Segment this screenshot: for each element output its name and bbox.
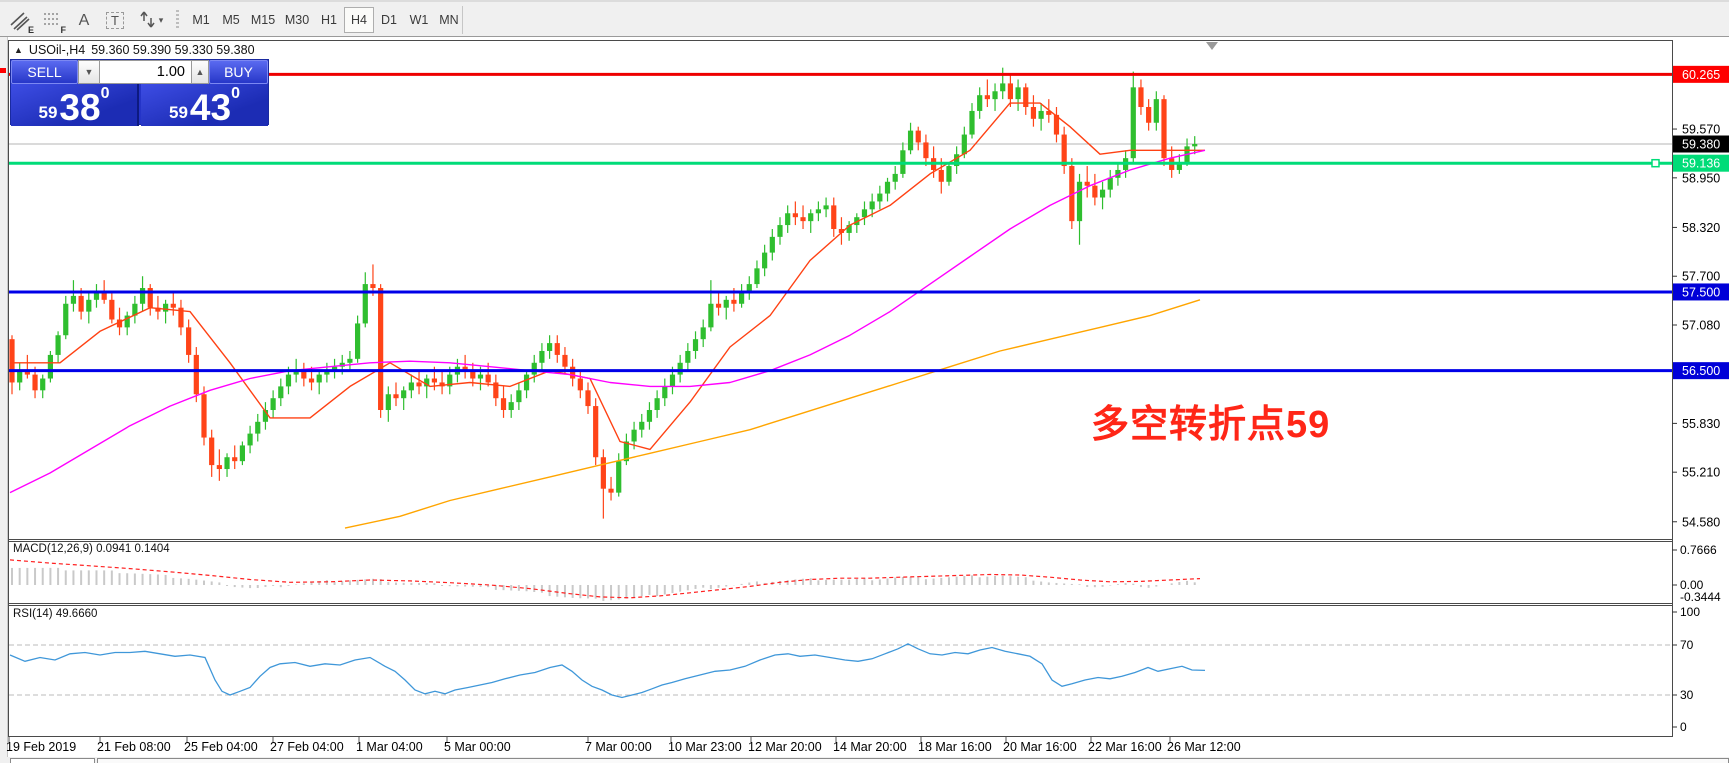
svg-text:21 Feb 08:00: 21 Feb 08:00 — [97, 740, 171, 754]
svg-text:10 Mar 23:00: 10 Mar 23:00 — [668, 740, 742, 754]
volume-decrease-button[interactable]: ▼ — [78, 60, 100, 84]
date-axis[interactable]: 19 Feb 2019 21 Feb 08:00 25 Feb 04:00 27 Fe… — [6, 737, 1241, 754]
svg-text:59.136: 59.136 — [1682, 157, 1720, 171]
svg-text:1 Mar 04:00: 1 Mar 04:00 — [356, 740, 423, 754]
sell-price-small: 59 — [39, 104, 58, 121]
indicator-scales: 0.76660.00-0.344410070300 — [1672, 543, 1721, 734]
sell-price-big: 38 — [59, 93, 100, 123]
trading-platform-window: E F A T ▾ M1M5M1 — [0, 0, 1729, 763]
svg-text:0.7666: 0.7666 — [1680, 543, 1717, 557]
buy-price-small: 59 — [169, 104, 188, 121]
svg-text:12 Mar 20:00: 12 Mar 20:00 — [748, 740, 822, 754]
svg-text:0: 0 — [1680, 720, 1687, 734]
sell-price-display[interactable]: 59 38 0 — [11, 84, 139, 126]
svg-text:57.500: 57.500 — [1682, 285, 1720, 299]
volume-increase-button[interactable]: ▲ — [191, 60, 209, 84]
chart-shift-marker — [1206, 42, 1218, 50]
moving-averages-layer — [10, 103, 1205, 528]
price-axis[interactable]: 59.570 58.950 58.320 57.700 57.080 55.830 55.2… — [1672, 66, 1729, 529]
svg-text:57.080: 57.080 — [1682, 319, 1720, 333]
svg-text:18 Mar 16:00: 18 Mar 16:00 — [918, 740, 992, 754]
volume-input[interactable] — [100, 60, 191, 84]
svg-text:14 Mar 20:00: 14 Mar 20:00 — [833, 740, 907, 754]
svg-text:59.570: 59.570 — [1682, 123, 1720, 137]
buy-price-display[interactable]: 59 43 0 — [141, 84, 268, 126]
rsi-layer — [9, 644, 1672, 698]
svg-text:5 Mar 00:00: 5 Mar 00:00 — [444, 740, 511, 754]
svg-text:27 Feb 04:00: 27 Feb 04:00 — [270, 740, 344, 754]
svg-text:26 Mar 12:00: 26 Mar 12:00 — [1167, 740, 1241, 754]
macd-layer — [10, 560, 1200, 601]
svg-text:57.700: 57.700 — [1682, 270, 1720, 284]
annotation-text: 多空转折点59 — [1091, 393, 1330, 448]
one-click-trading-panel: SELL ▼ ▲ BUY 59 38 0 59 43 0 — [10, 59, 269, 125]
svg-text:20 Mar 16:00: 20 Mar 16:00 — [1003, 740, 1077, 754]
svg-text:54.580: 54.580 — [1682, 515, 1720, 529]
svg-text:59.380: 59.380 — [1682, 138, 1720, 152]
rsi-label: RSI(14) 49.6660 — [13, 608, 97, 620]
svg-text:56.500: 56.500 — [1682, 364, 1720, 378]
svg-text:30: 30 — [1680, 688, 1694, 702]
svg-text:22 Mar 16:00: 22 Mar 16:00 — [1088, 740, 1162, 754]
svg-text:58.320: 58.320 — [1682, 221, 1720, 235]
svg-text:58.950: 58.950 — [1682, 171, 1720, 185]
buy-price-sup: 0 — [231, 86, 240, 102]
svg-text:19 Feb 2019: 19 Feb 2019 — [6, 740, 76, 754]
panel-frames — [9, 41, 1673, 737]
svg-text:60.265: 60.265 — [1682, 68, 1720, 82]
buy-button[interactable]: BUY — [209, 60, 268, 84]
svg-text:7 Mar 00:00: 7 Mar 00:00 — [585, 740, 652, 754]
svg-text:55.210: 55.210 — [1682, 466, 1720, 480]
svg-text:25 Feb 04:00: 25 Feb 04:00 — [184, 740, 258, 754]
sell-button[interactable]: SELL — [11, 60, 78, 84]
svg-text:55.830: 55.830 — [1682, 417, 1720, 431]
svg-text:70: 70 — [1680, 638, 1694, 652]
svg-text:-0.3444: -0.3444 — [1680, 590, 1721, 604]
svg-text:100: 100 — [1680, 605, 1700, 619]
macd-label: MACD(12,26,9) 0.0941 0.1404 — [13, 543, 170, 555]
sell-price-sup: 0 — [101, 86, 110, 102]
buy-price-big: 43 — [190, 93, 231, 123]
